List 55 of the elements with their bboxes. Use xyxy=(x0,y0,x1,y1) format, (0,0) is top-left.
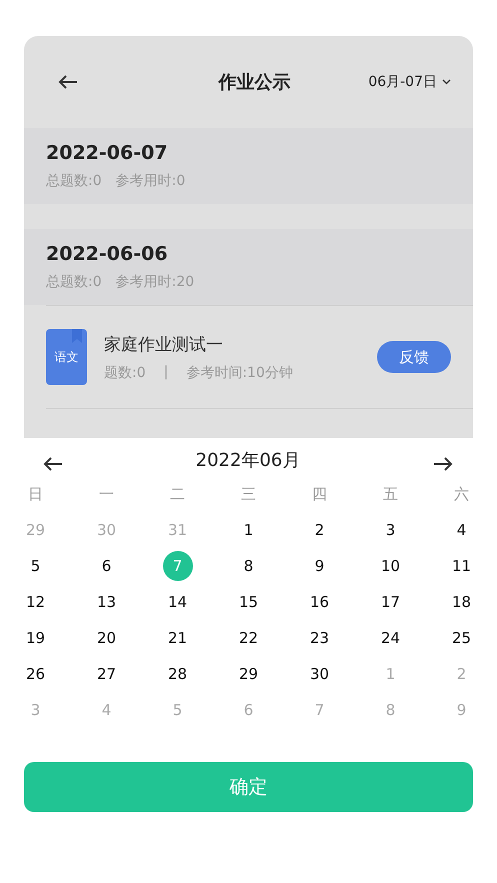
weekday-label: 五 xyxy=(382,484,399,504)
chevron-down-icon xyxy=(442,79,451,85)
weekday-label: 六 xyxy=(453,484,470,504)
calendar-day[interactable]: 8 xyxy=(234,551,264,581)
calendar-day[interactable]: 22 xyxy=(234,623,264,653)
weekday-label: 一 xyxy=(98,484,115,504)
subject-book-icon: 语文 xyxy=(46,329,87,385)
day-date: 2022-06-07 xyxy=(46,142,169,164)
calendar-day[interactable]: 9 xyxy=(304,551,334,581)
weekday-label: 二 xyxy=(169,484,186,504)
calendar-day[interactable]: 29 xyxy=(234,659,264,689)
back-arrow-icon[interactable] xyxy=(58,75,78,89)
separator: | xyxy=(164,364,168,382)
calendar-day[interactable]: 27 xyxy=(92,659,122,689)
calendar-day[interactable]: 4 xyxy=(446,515,476,545)
calendar-day[interactable]: 20 xyxy=(92,623,122,653)
calendar-day[interactable]: 12 xyxy=(20,587,50,617)
calendar-day[interactable]: 2 xyxy=(304,515,334,545)
reference-time: 参考时间:10分钟 xyxy=(186,364,293,382)
calendar-day[interactable]: 18 xyxy=(446,587,476,617)
calendar-day[interactable]: 26 xyxy=(20,659,50,689)
calendar-day[interactable]: 21 xyxy=(162,623,192,653)
calendar-day[interactable]: 28 xyxy=(162,659,192,689)
day-summary: 总题数:0 xyxy=(46,172,102,190)
calendar-day[interactable]: 1 xyxy=(234,515,264,545)
page-title: 作业公示 xyxy=(218,71,290,94)
day-summary: 总题数:0 xyxy=(46,273,102,291)
day-summary: 参考用时:0 xyxy=(116,172,186,190)
previous-month-arrow-icon[interactable] xyxy=(43,457,63,471)
calendar-day[interactable]: 19 xyxy=(20,623,50,653)
date-range-dropdown[interactable]: 06月-07日 xyxy=(368,73,451,91)
calendar-day[interactable]: 23 xyxy=(304,623,334,653)
calendar-day[interactable]: 14 xyxy=(162,587,192,617)
calendar-day[interactable]: 16 xyxy=(304,587,334,617)
calendar-day[interactable]: 30 xyxy=(304,659,334,689)
homework-title: 家庭作业测试一 xyxy=(104,334,224,356)
calendar-day[interactable]: 24 xyxy=(376,623,406,653)
calendar-day[interactable]: 15 xyxy=(234,587,264,617)
calendar-day[interactable]: 5 xyxy=(20,551,50,581)
calendar-day[interactable]: 13 xyxy=(92,587,122,617)
weekday-label: 三 xyxy=(240,484,257,504)
calendar-month: 2022年06月 xyxy=(196,449,300,472)
feedback-button[interactable]: 反馈 xyxy=(377,341,451,373)
calendar-day[interactable]: 6 xyxy=(92,551,122,581)
question-count: 题数:0 xyxy=(104,364,146,382)
day-date: 2022-06-06 xyxy=(46,243,169,265)
weekday-label: 日 xyxy=(27,484,44,504)
calendar-day[interactable]: 3 xyxy=(376,515,406,545)
day-summary: 参考用时:20 xyxy=(116,273,194,291)
calendar-day[interactable]: 11 xyxy=(446,551,476,581)
calendar-day[interactable]: 17 xyxy=(376,587,406,617)
calendar-day[interactable]: 10 xyxy=(376,551,406,581)
calendar-day[interactable]: 25 xyxy=(446,623,476,653)
next-month-arrow-icon[interactable] xyxy=(433,457,453,471)
weekday-label: 四 xyxy=(311,484,328,504)
